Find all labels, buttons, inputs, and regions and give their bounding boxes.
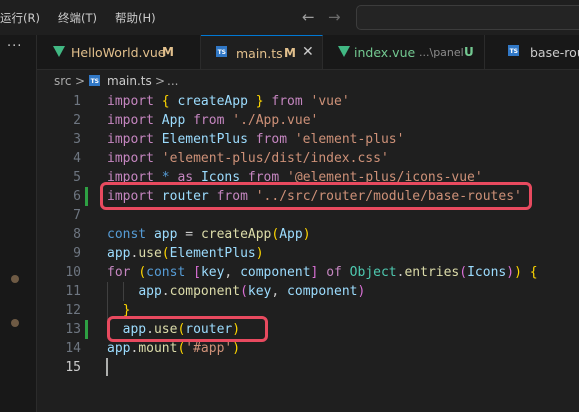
code-line-2[interactable]: import App from './App.vue' [37, 111, 579, 130]
tab-label: main.ts [236, 46, 283, 61]
tab-main-ts[interactable]: TS main.ts M ✕ [201, 35, 323, 69]
code-text: const app = createApp(App) [107, 227, 311, 242]
code-text: import 'element-plus/dist/index.css' [107, 151, 389, 166]
side-panel-edge: ··· [0, 35, 37, 412]
editor-tab-bar: HelloWorld.vue M TS main.ts M ✕ index.vu… [37, 35, 579, 70]
command-center-search[interactable] [356, 5, 579, 30]
code-editor[interactable]: 1 2 3 4 5 6 7 8 9 10 11 12 13 14 15 impo… [37, 92, 579, 412]
modified-badge: M [284, 46, 296, 60]
tab-base-routes[interactable]: TS base-rou [485, 35, 579, 69]
code-line-3[interactable]: import ElementPlus from 'element-plus' [37, 130, 579, 149]
code-line-10[interactable]: for (const [key, component] of Object.en… [37, 263, 579, 282]
back-arrow-icon[interactable]: ← [302, 8, 315, 26]
code-text: app.use(ElementPlus) [107, 246, 264, 261]
ts-icon: TS [89, 75, 100, 86]
chevron-right-icon: > [155, 74, 166, 88]
code-text: import { createApp } from 'vue' [107, 94, 350, 109]
tab-path-hint: ...\panel [419, 46, 464, 59]
forward-arrow-icon[interactable]: → [328, 8, 341, 26]
tab-label: HelloWorld.vue [71, 45, 166, 60]
vue-icon [338, 46, 350, 57]
code-line-9[interactable]: app.use(ElementPlus) [37, 244, 579, 263]
code-line-11[interactable]: app.component(key, component) [37, 282, 579, 301]
breadcrumb-file[interactable]: main.ts [107, 74, 152, 88]
breadcrumb-folder[interactable]: src [54, 74, 72, 88]
highlight-box-line-13 [107, 316, 268, 342]
tab-label: index.vue [354, 45, 416, 60]
close-icon[interactable]: ✕ [302, 44, 314, 60]
chevron-right-icon: > [75, 74, 86, 88]
code-line-15[interactable] [37, 358, 579, 377]
tab-label: base-rou [530, 45, 579, 60]
tab-index-vue[interactable]: index.vue ...\panel U [324, 35, 485, 69]
breadcrumb: src > TS main.ts > ... [37, 70, 579, 92]
menu-help[interactable]: 帮助(H) [115, 10, 156, 26]
untracked-badge: U [464, 45, 474, 59]
code-text: app.component(key, component) [138, 284, 366, 299]
code-text: import ElementPlus from 'element-plus' [107, 132, 405, 147]
text-cursor [106, 358, 108, 376]
menu-run[interactable]: 运行(R) [0, 10, 40, 26]
vue-icon [53, 46, 65, 57]
code-line-1[interactable]: import { createApp } from 'vue' [37, 92, 579, 111]
status-dot-icon [11, 319, 19, 327]
menu-terminal[interactable]: 终端(T) [58, 10, 97, 26]
code-text: import App from './App.vue' [107, 113, 319, 128]
tab-helloworld-vue[interactable]: HelloWorld.vue M [37, 35, 201, 69]
modified-badge: M [162, 45, 174, 59]
more-actions-icon[interactable]: ··· [7, 39, 22, 54]
ts-icon: TS [216, 46, 227, 57]
highlight-box-line-6 [100, 182, 532, 210]
code-line-8[interactable]: const app = createApp(App) [37, 225, 579, 244]
menu-bar: 运行(R) 终端(T) 帮助(H) ← → [0, 0, 579, 35]
code-line-4[interactable]: import 'element-plus/dist/index.css' [37, 149, 579, 168]
ts-icon: TS [508, 45, 519, 56]
status-dot-icon [11, 275, 19, 283]
breadcrumb-symbols[interactable]: ... [167, 74, 178, 88]
code-text: for (const [key, component] of Object.en… [107, 265, 538, 280]
